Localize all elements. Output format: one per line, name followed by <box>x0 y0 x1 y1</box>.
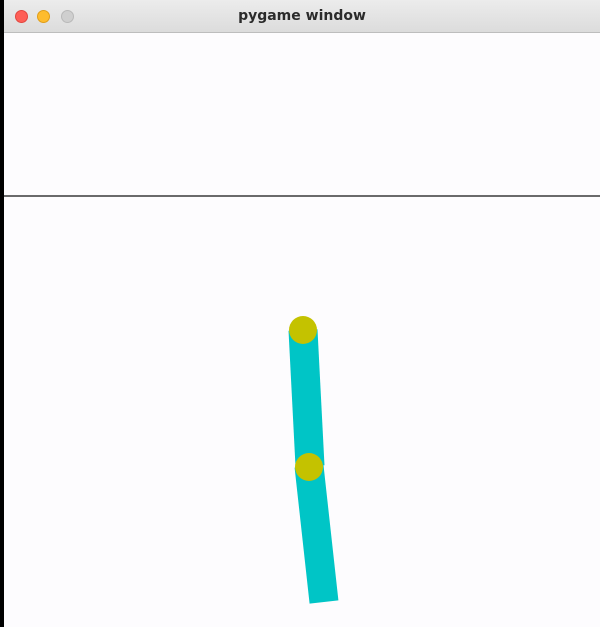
lower-rod-segment <box>294 464 339 604</box>
pygame-window: pygame window <box>4 0 600 627</box>
window-title: pygame window <box>238 8 366 24</box>
top-joint <box>289 316 317 344</box>
middle-joint <box>295 453 323 481</box>
scene-svg <box>4 195 600 604</box>
title-bar[interactable]: pygame window <box>4 0 600 33</box>
game-canvas[interactable] <box>4 33 600 627</box>
upper-rod-segment <box>288 329 325 467</box>
